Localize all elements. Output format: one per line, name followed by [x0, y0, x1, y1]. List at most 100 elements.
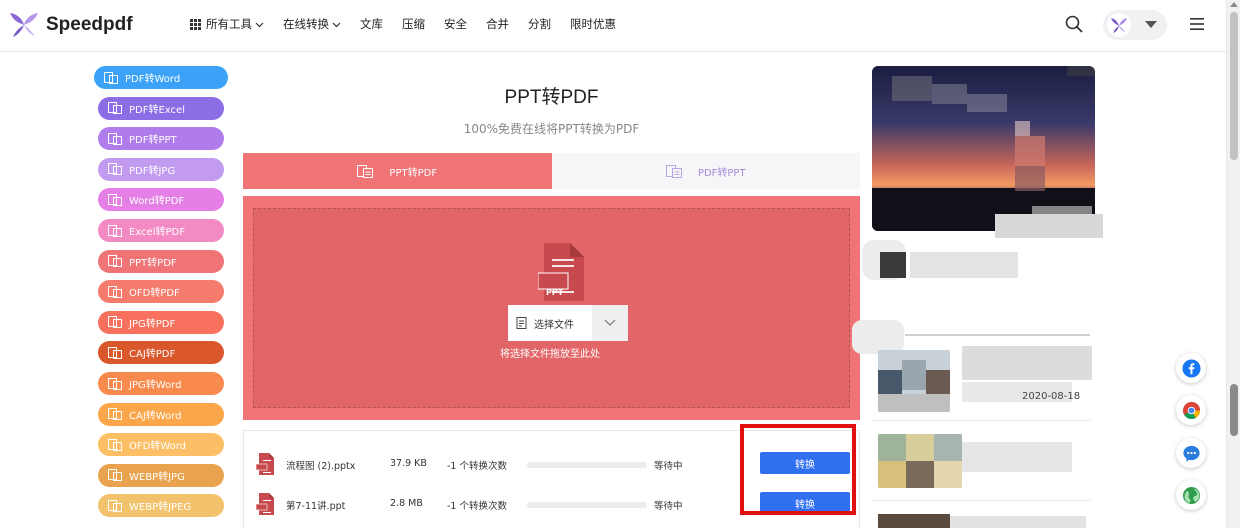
blurred-content: [962, 346, 1092, 380]
convert-doc-icon: [108, 193, 122, 206]
sidebar-item[interactable]: JPG转Word: [98, 372, 224, 395]
file-name: 流程图 (2).pptx: [286, 461, 356, 472]
messenger-button[interactable]: [1176, 438, 1206, 468]
sidebar-item[interactable]: PDF转Word: [94, 66, 228, 89]
tab-label: PDF转PPT: [697, 167, 746, 179]
nav-online-convert[interactable]: 在线转换: [283, 16, 341, 32]
divider: [872, 420, 1090, 421]
sidebar-item-label: PDF转Excel: [129, 104, 185, 116]
nav-merge[interactable]: 合并: [486, 16, 509, 32]
sidebar-item-label: Excel转PDF: [129, 227, 185, 238]
nav-compress[interactable]: 压缩: [402, 16, 425, 32]
nav-label: 所有工具: [206, 17, 252, 31]
choose-file-dropdown[interactable]: [592, 305, 628, 341]
divider: [872, 500, 1090, 501]
sidebar-item[interactable]: Excel转PDF: [98, 219, 224, 242]
file-name: 第7-11讲.ppt: [286, 501, 346, 512]
nav-promo[interactable]: 限时优惠: [570, 16, 616, 32]
convert-doc-icon: [108, 132, 122, 145]
page-subtitle: 100%免费在线将PPT转换为PDF: [463, 122, 640, 136]
nav-label: 限时优惠: [570, 17, 616, 31]
sidebar-item-label: JPG转PDF: [129, 318, 176, 330]
sidebar-item-label: CAJ转Word: [129, 410, 182, 422]
convert-doc-icon: [357, 164, 374, 178]
drop-hint: 将选择文件拖放至此处: [500, 349, 600, 360]
sidebar-item[interactable]: WEBP转JPG: [98, 463, 224, 487]
main-nav: 所有工具 在线转换 文库 压缩 安全 合并 分割 限时优惠: [190, 16, 635, 32]
sidebar-item-label: PPT转PDF: [129, 257, 177, 269]
nav-all-tools[interactable]: 所有工具: [190, 16, 264, 32]
sidebar-item[interactable]: Word转PDF: [98, 188, 224, 212]
sidebar-item[interactable]: OFD转Word: [98, 433, 224, 457]
ppt-file-icon: [256, 453, 274, 475]
nav-security[interactable]: 安全: [444, 16, 467, 32]
blurred-content: [962, 442, 1072, 472]
convert-doc-icon: [104, 71, 118, 84]
sidebar-item[interactable]: WEBP转JPEG: [98, 494, 224, 518]
upload-dropzone[interactable]: PPT 选择文件 将选择文件拖放至此处: [243, 196, 860, 420]
blurred-content: [950, 516, 1086, 528]
chevron-down-icon: [604, 319, 616, 326]
choose-file-main[interactable]: 选择文件: [508, 305, 592, 341]
article-thumbnail[interactable]: [878, 434, 962, 488]
nav-label: 在线转换: [283, 17, 329, 31]
ad-banner-image[interactable]: [872, 66, 1095, 231]
blurred-content: [878, 514, 950, 528]
blurred-content: [910, 252, 1018, 278]
facebook-share-button[interactable]: [1176, 353, 1206, 383]
nav-label: 合并: [486, 17, 509, 31]
avatar: [1107, 13, 1131, 37]
sidebar-item-label: OFD转PDF: [129, 288, 180, 300]
sunset-photo: [872, 66, 1095, 231]
nav-label: 安全: [444, 17, 467, 31]
scrollbar-thumb[interactable]: [1230, 12, 1238, 160]
logo[interactable]: Speedpdf: [8, 10, 133, 40]
convert-doc-icon: [108, 316, 122, 329]
page-scrollbar[interactable]: [1226, 0, 1240, 528]
sidebar-item[interactable]: CAJ转Word: [98, 402, 224, 426]
dropzone-dashed-area[interactable]: PPT 选择文件 将选择文件拖放至此处: [253, 208, 850, 408]
grid-icon: [190, 18, 201, 30]
nav-label: 压缩: [402, 17, 425, 31]
facebook-icon: [1181, 358, 1201, 378]
sidebar-item[interactable]: CAJ转PDF: [98, 341, 224, 365]
scroll-up-arrow-icon[interactable]: [1230, 2, 1238, 7]
convert-doc-icon: [108, 408, 122, 421]
choose-file-label: 选择文件: [534, 319, 574, 331]
progress-bar: [527, 462, 647, 468]
sidebar-item[interactable]: PDF转PPT: [98, 127, 224, 151]
sidebar-item[interactable]: PDF转JPG: [98, 157, 224, 181]
convert-doc-icon: [108, 469, 122, 482]
nav-library[interactable]: 文库: [360, 16, 383, 32]
scrollbar-thumb-secondary[interactable]: [1230, 384, 1238, 436]
ppt-file-icon: [256, 493, 274, 515]
convert-doc-icon: [665, 164, 682, 178]
blurred-content: [880, 252, 906, 278]
chat-bubble-icon: [1182, 445, 1200, 462]
ppt-badge-text: PPT: [546, 288, 564, 297]
annotation-highlight-box: [740, 424, 856, 515]
web-link-button[interactable]: [1176, 480, 1206, 510]
tab-ppt-to-pdf[interactable]: PPT转PDF: [243, 153, 552, 189]
choose-file-button[interactable]: 选择文件: [508, 305, 628, 341]
sidebar-item[interactable]: OFD转PDF: [98, 280, 224, 304]
chrome-extension-button[interactable]: [1176, 395, 1206, 425]
convert-doc-icon: [108, 224, 122, 237]
tab-pdf-to-ppt[interactable]: PDF转PPT: [551, 153, 860, 189]
file-size: 37.9 KB: [390, 458, 427, 469]
nav-label: 分割: [528, 17, 551, 31]
sidebar-item[interactable]: JPG转PDF: [98, 310, 224, 334]
caret-down-icon: [1145, 21, 1157, 28]
conversion-count: -1 个转换次数: [447, 501, 507, 512]
hamburger-menu-icon[interactable]: [1189, 16, 1205, 32]
article-thumbnail[interactable]: [878, 350, 950, 412]
search-icon[interactable]: [1065, 15, 1083, 33]
sidebar-item[interactable]: PDF转Excel: [98, 96, 224, 120]
article-thumbnail-image: [878, 434, 962, 488]
convert-doc-icon: [108, 163, 122, 176]
nav-split[interactable]: 分割: [528, 16, 551, 32]
user-menu[interactable]: [1103, 10, 1167, 40]
sidebar-item[interactable]: PPT转PDF: [98, 249, 224, 273]
butterfly-logo-icon: [10, 13, 38, 37]
convert-doc-icon: [108, 499, 122, 512]
